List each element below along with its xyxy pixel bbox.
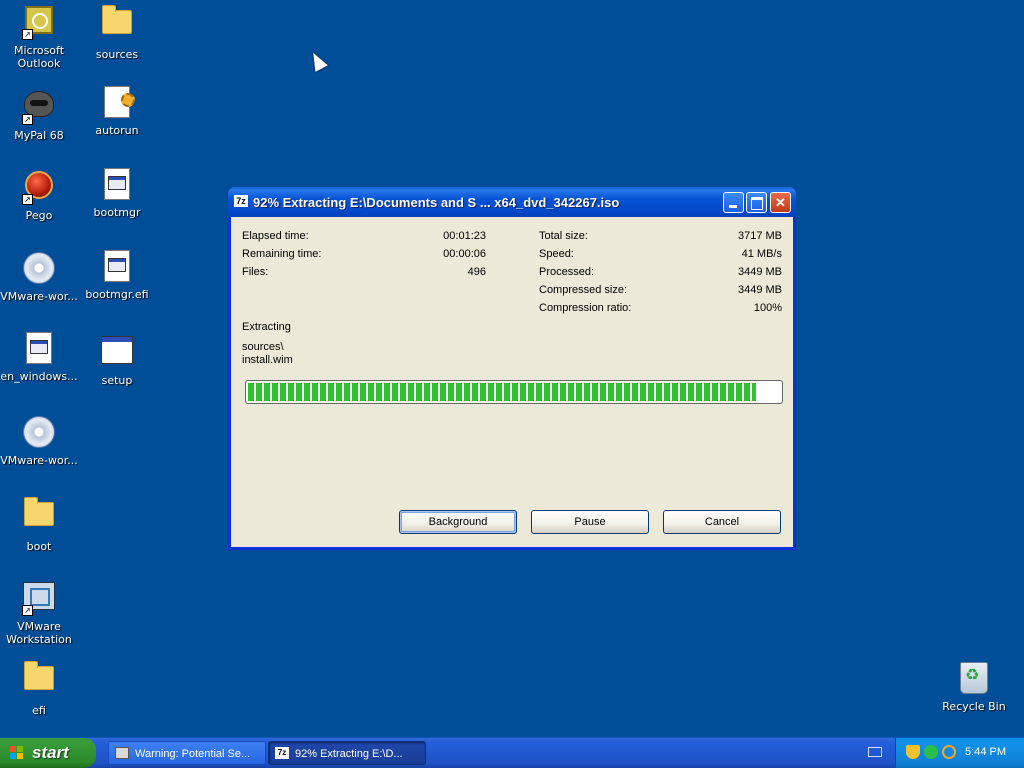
desktop-icon-bootmgr[interactable]: bootmgr <box>78 168 156 219</box>
current-directory: sources\ <box>242 341 284 353</box>
extraction-dialog: 7z 92% Extracting E:\Documents and S ...… <box>228 187 796 550</box>
processed-value: 3449 MB <box>737 266 782 278</box>
vmware-disc-icon <box>22 416 56 450</box>
compressed-size-label: Compressed size: <box>539 284 628 296</box>
file-icon <box>100 168 134 202</box>
desktop-icon-label: sources <box>95 48 139 61</box>
progress-bar <box>245 380 783 404</box>
minimize-button[interactable] <box>723 192 744 213</box>
folder-icon <box>22 661 56 700</box>
elapsed-time-value: 00:01:23 <box>443 230 486 242</box>
desktop-icon-label: en_windows... <box>0 370 78 383</box>
speed-label: Speed: <box>539 248 574 260</box>
remaining-time-label: Remaining time: <box>242 248 322 260</box>
desktop-icon-en-windows[interactable]: en_windows... <box>0 332 78 383</box>
desktop-icon-vmware-installer-1[interactable]: VMware-wor... <box>0 250 78 303</box>
elapsed-time-label: Elapsed time: <box>242 230 309 242</box>
progress-bar-fill <box>248 383 757 401</box>
desktop-icon-label: bootmgr <box>93 206 141 219</box>
compressed-size-value: 3449 MB <box>737 284 782 296</box>
desktop-icon-label: MyPal 68 <box>14 129 64 142</box>
outlook-icon: ↗ <box>22 6 56 40</box>
desktop-icon-label: bootmgr.efi <box>85 288 149 301</box>
desktop-icon-label: Pego <box>25 209 53 222</box>
status-label: Extracting <box>242 321 291 333</box>
clock[interactable]: 5:44 PM <box>965 746 1006 758</box>
windows-logo-icon <box>10 746 24 760</box>
desktop-icon-microsoft-outlook[interactable]: ↗ Microsoft Outlook <box>0 4 78 70</box>
desktop-icon-autorun[interactable]: autorun <box>78 86 156 137</box>
7zip-app-icon: 7z <box>275 747 289 759</box>
speed-value: 41 MB/s <box>741 248 782 260</box>
files-label: Files: <box>242 266 269 278</box>
taskbar-item-label: Warning: Potential Se... <box>135 748 251 760</box>
desktop-icon-boot[interactable]: boot <box>0 496 78 553</box>
total-size-label: Total size: <box>539 230 588 242</box>
network-icon[interactable] <box>924 745 938 759</box>
processed-label: Processed: <box>539 266 595 278</box>
desktop-icon-label: efi <box>32 704 46 717</box>
vmware-workstation-icon: ↗ <box>22 582 56 616</box>
desktop-icon-pego[interactable]: ↗ Pego <box>0 168 78 222</box>
folder-icon <box>100 5 134 44</box>
maximize-button[interactable] <box>746 192 767 213</box>
recycle-bin-icon <box>957 662 991 696</box>
taskbar-item-7zip[interactable]: 7z 92% Extracting E:\D... <box>268 741 426 765</box>
7zip-app-icon: 7z <box>234 195 248 207</box>
desktop-icon-bootmgr-efi[interactable]: bootmgr.efi <box>78 250 156 301</box>
folder-icon <box>22 497 56 536</box>
autorun-icon <box>100 86 135 120</box>
desktop-icon-mypal[interactable]: ↗ MyPal 68 <box>0 86 78 142</box>
desktop-icon-sources[interactable]: sources <box>78 4 156 61</box>
start-label: start <box>32 743 69 762</box>
total-size-value: 3717 MB <box>737 230 782 242</box>
dialog-titlebar[interactable]: 7z 92% Extracting E:\Documents and S ...… <box>228 187 796 217</box>
close-button[interactable]: ✕ <box>770 192 791 213</box>
background-button[interactable]: Background <box>399 510 517 534</box>
files-value: 496 <box>467 266 486 278</box>
desktop-icon-label: autorun <box>95 124 139 137</box>
pause-button[interactable]: Pause <box>531 510 649 534</box>
taskbar-item-label: 92% Extracting E:\D... <box>295 748 403 760</box>
desktop-icon-label: VMware Workstation <box>6 620 72 646</box>
system-tray: 5:44 PM <box>895 738 1024 768</box>
desktop-icon-recycle-bin[interactable]: Recycle Bin <box>935 660 1013 713</box>
keyboard-icon[interactable] <box>868 747 882 757</box>
window-icon <box>100 336 134 370</box>
desktop-icon-label: VMware-wor... <box>0 454 78 467</box>
mypal-icon: ↗ <box>22 91 56 125</box>
desktop-icon-label: Recycle Bin <box>942 700 1006 713</box>
vmware-disc-icon <box>22 252 56 286</box>
taskbar: start Warning: Potential Se... 7z 92% Ex… <box>0 737 1024 768</box>
desktop-icon-setup[interactable]: setup <box>78 332 156 387</box>
security-shield-icon[interactable] <box>906 745 920 759</box>
desktop-icon-label: boot <box>26 540 52 553</box>
start-button[interactable]: start <box>0 738 96 768</box>
file-icon <box>100 250 134 284</box>
cancel-button[interactable]: Cancel <box>663 510 781 534</box>
warning-app-icon <box>115 747 129 759</box>
desktop-icon-label: VMware-wor... <box>0 290 78 303</box>
taskbar-item-warning[interactable]: Warning: Potential Se... <box>108 741 266 765</box>
pego-icon: ↗ <box>22 171 56 205</box>
remaining-time-value: 00:00:06 <box>443 248 486 260</box>
mouse-cursor-icon <box>307 49 328 72</box>
dialog-title: 92% Extracting E:\Documents and S ... x6… <box>253 195 620 210</box>
search-icon[interactable] <box>942 745 956 759</box>
desktop-icon-label: setup <box>101 374 133 387</box>
file-icon <box>22 332 56 366</box>
desktop-icon-vmware-installer-2[interactable]: VMware-wor... <box>0 414 78 467</box>
desktop-icon-vmware-workstation[interactable]: ↗ VMware Workstation <box>0 578 78 646</box>
desktop-icon-efi[interactable]: efi <box>0 660 78 717</box>
desktop-icon-label: Microsoft Outlook <box>13 44 65 70</box>
compression-ratio-value: 100% <box>753 302 782 314</box>
current-file: install.wim <box>242 354 293 366</box>
compression-ratio-label: Compression ratio: <box>539 302 632 314</box>
